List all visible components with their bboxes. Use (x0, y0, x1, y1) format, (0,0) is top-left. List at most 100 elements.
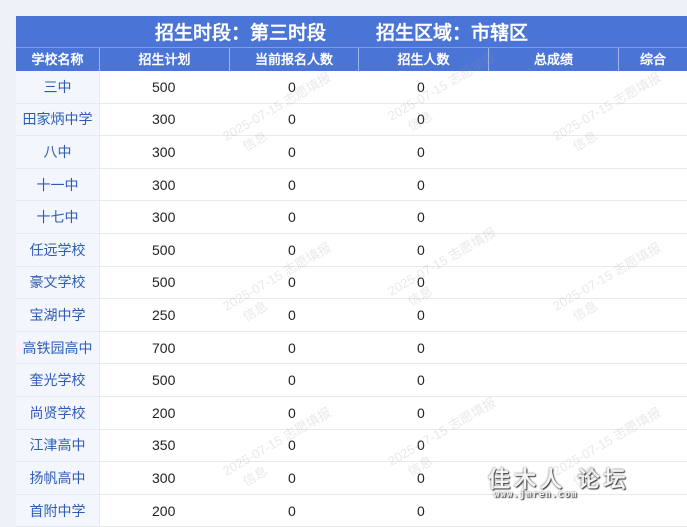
total-score-cell (489, 299, 619, 331)
forum-logo: 佳木人 论坛 www.jmren.com (488, 462, 638, 502)
plan-cell: 500 (152, 241, 176, 258)
admitted-cell: 0 (417, 274, 425, 291)
table-row[interactable]: 十七中 300 0 0 (16, 201, 687, 234)
current-applicants-cell: 0 (288, 176, 296, 193)
admitted-cell: 0 (417, 78, 425, 95)
col-school-name[interactable]: 学校名称 (16, 48, 100, 72)
school-name-cell[interactable]: 高铁园高中 (16, 331, 100, 364)
total-score-cell (489, 397, 619, 429)
admitted-cell: 0 (417, 339, 425, 356)
current-applicants-cell: 0 (288, 209, 296, 226)
plan-cell: 250 (152, 306, 176, 323)
table-row[interactable]: 江津高中 350 0 0 (16, 429, 687, 463)
total-score-cell (489, 267, 619, 299)
plan-cell: 200 (152, 502, 176, 519)
table-row[interactable]: 任远学校 500 0 0 (16, 233, 687, 267)
table-header: 学校名称 招生计划 当前报名人数 招生人数 总成绩 综合 (16, 47, 687, 72)
admitted-cell: 0 (417, 176, 425, 193)
table-row[interactable]: 三中 500 0 0 (16, 71, 687, 104)
top-cut-strip (0, 0, 687, 16)
table-row[interactable]: 高铁园高中 700 0 0 (16, 331, 687, 365)
comprehensive-cell (619, 332, 687, 364)
total-score-cell (489, 234, 619, 266)
comprehensive-cell (619, 169, 687, 201)
school-name-cell[interactable]: 八中 (16, 136, 100, 168)
table-row[interactable]: 田家炳中学 300 0 0 (16, 103, 687, 137)
table-row[interactable]: 八中 300 0 0 (16, 136, 687, 169)
col-total-score[interactable]: 总成绩 (489, 48, 619, 72)
total-score-cell (489, 169, 619, 201)
table-row[interactable]: 奎光学校 500 0 0 (16, 364, 687, 397)
total-score-cell (489, 430, 619, 462)
col-plan[interactable]: 招生计划 (100, 48, 230, 72)
school-name-cell[interactable]: 江津高中 (16, 429, 100, 462)
total-score-cell (489, 364, 619, 396)
admitted-cell: 0 (417, 241, 425, 258)
total-score-cell (489, 136, 619, 168)
plan-cell: 300 (152, 111, 176, 128)
comprehensive-cell (619, 234, 687, 266)
school-name-cell[interactable]: 十七中 (16, 201, 100, 233)
school-name-cell[interactable]: 豪文学校 (16, 266, 100, 299)
current-applicants-cell: 0 (288, 437, 296, 454)
admitted-cell: 0 (417, 209, 425, 226)
comprehensive-cell (619, 364, 687, 396)
plan-cell: 500 (152, 372, 176, 389)
table-body: 三中 500 0 0 田家炳中学 300 0 0 八中 300 0 0 十一中 300 0 0 十七中 300 0 0… (16, 71, 687, 527)
plan-cell: 700 (152, 339, 176, 356)
school-name-cell[interactable]: 田家炳中学 (16, 103, 100, 136)
school-name-cell[interactable]: 尚贤学校 (16, 396, 100, 429)
school-name-cell[interactable]: 任远学校 (16, 233, 100, 266)
table-row[interactable]: 宝湖中学 250 0 0 (16, 299, 687, 332)
plan-cell: 300 (152, 209, 176, 226)
col-current-applicants[interactable]: 当前报名人数 (230, 48, 359, 72)
school-name-cell[interactable]: 宝湖中学 (16, 299, 100, 331)
current-applicants-cell: 0 (288, 404, 296, 421)
plan-cell: 500 (152, 78, 176, 95)
admitted-cell: 0 (417, 372, 425, 389)
comprehensive-cell (619, 267, 687, 299)
table-row[interactable]: 豪文学校 500 0 0 (16, 266, 687, 300)
col-comprehensive[interactable]: 综合 (619, 48, 687, 72)
plan-cell: 300 (152, 143, 176, 160)
current-applicants-cell: 0 (288, 111, 296, 128)
total-score-cell (489, 71, 619, 103)
current-applicants-cell: 0 (288, 274, 296, 291)
plan-cell: 350 (152, 437, 176, 454)
comprehensive-cell (619, 430, 687, 462)
comprehensive-cell (619, 136, 687, 168)
current-applicants-cell: 0 (288, 241, 296, 258)
comprehensive-cell (619, 201, 687, 233)
admitted-cell: 0 (417, 111, 425, 128)
col-admitted[interactable]: 招生人数 (359, 48, 489, 72)
admitted-cell: 0 (417, 437, 425, 454)
admitted-cell: 0 (417, 143, 425, 160)
comprehensive-cell (619, 104, 687, 136)
comprehensive-cell (619, 397, 687, 429)
plan-cell: 300 (152, 469, 176, 486)
plan-cell: 300 (152, 176, 176, 193)
current-applicants-cell: 0 (288, 306, 296, 323)
admitted-cell: 0 (417, 469, 425, 486)
current-applicants-cell: 0 (288, 78, 296, 95)
school-name-cell[interactable]: 首附中学 (16, 494, 100, 527)
table-row[interactable]: 尚贤学校 200 0 0 (16, 396, 687, 430)
admitted-cell: 0 (417, 502, 425, 519)
total-score-cell (489, 201, 619, 233)
current-applicants-cell: 0 (288, 372, 296, 389)
admission-area: 招生区域：市辖区 (376, 23, 529, 44)
plan-cell: 200 (152, 404, 176, 421)
title-bar: 招生时段：第三时段 招生区域：市辖区 (16, 16, 687, 47)
total-score-cell (489, 332, 619, 364)
admitted-cell: 0 (417, 404, 425, 421)
school-name-cell[interactable]: 三中 (16, 71, 100, 103)
comprehensive-cell (619, 71, 687, 103)
admission-period: 招生时段：第三时段 (154, 23, 326, 44)
school-name-cell[interactable]: 扬帆高中 (16, 462, 100, 494)
table-row[interactable]: 十一中 300 0 0 (16, 168, 687, 202)
current-applicants-cell: 0 (288, 339, 296, 356)
current-applicants-cell: 0 (288, 469, 296, 486)
admitted-cell: 0 (417, 306, 425, 323)
school-name-cell[interactable]: 十一中 (16, 168, 100, 201)
school-name-cell[interactable]: 奎光学校 (16, 364, 100, 396)
